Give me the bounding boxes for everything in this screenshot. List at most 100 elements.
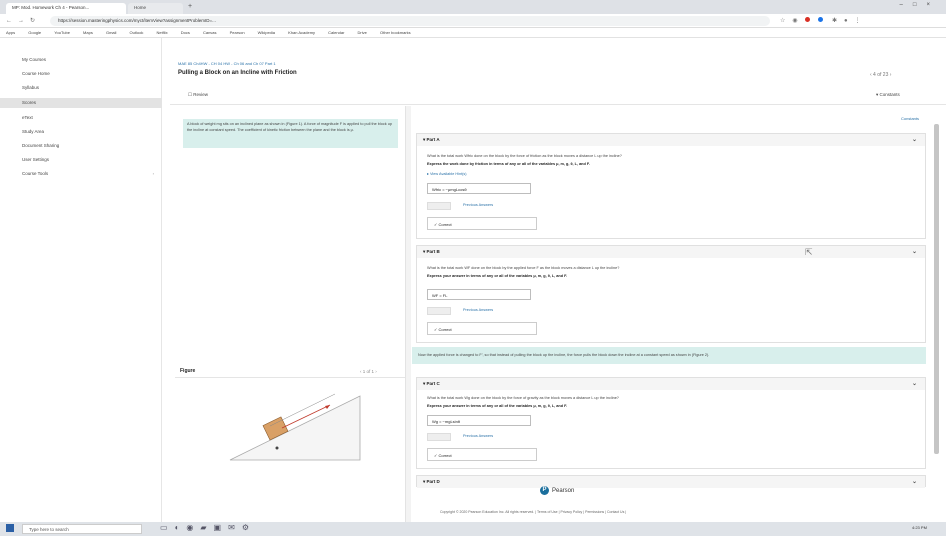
close-icon[interactable]: × bbox=[926, 2, 940, 8]
mail-icon[interactable]: ✉ bbox=[228, 523, 242, 532]
maximize-icon[interactable]: □ bbox=[913, 2, 927, 8]
pane-divider[interactable] bbox=[405, 106, 411, 522]
sidebar-item-course-tools[interactable]: Course Tools › bbox=[0, 169, 162, 179]
pivot-dot bbox=[275, 446, 279, 450]
puzzle-icon[interactable]: ✱ bbox=[832, 18, 844, 24]
extension-icon[interactable]: ◉ bbox=[792, 18, 804, 24]
collapse-icon[interactable]: ⌄ bbox=[912, 380, 917, 387]
breadcrumb[interactable]: MAE 85 Ch4HW - CH 04 HW - Ch 06 and Ch 0… bbox=[178, 61, 276, 66]
bookmark-item[interactable]: Khan Academy bbox=[288, 30, 315, 35]
extension-icons[interactable]: ☆◉ ✱●⋮ bbox=[780, 17, 868, 24]
previous-answers-link[interactable]: Previous Answers bbox=[463, 308, 493, 312]
sidebar-item-etext[interactable]: eText bbox=[0, 113, 162, 123]
store-icon[interactable]: ▣ bbox=[214, 523, 229, 532]
taskbar-clock: 4:23 PM bbox=[912, 525, 927, 530]
bookmark-item[interactable]: Pearson bbox=[230, 30, 245, 35]
submit-button[interactable] bbox=[427, 307, 451, 315]
profile-icon[interactable]: ● bbox=[844, 18, 855, 24]
header-divider bbox=[170, 104, 946, 105]
part-b-answer-field[interactable]: WF = FL bbox=[427, 289, 531, 300]
sidebar-item-scores[interactable]: Scores bbox=[0, 98, 162, 108]
previous-answers-link[interactable]: Previous Answers bbox=[463, 203, 493, 207]
hint-link[interactable]: ▸ View Available Hint(s) bbox=[427, 171, 467, 176]
part-a-card: ▾ Part A ⌄ What is the total work Wfric … bbox=[416, 133, 926, 239]
figure-divider bbox=[175, 377, 405, 378]
reload-icon[interactable]: ↻ bbox=[30, 18, 41, 24]
item-pager[interactable]: ‹ 4 of 23 › bbox=[870, 72, 891, 78]
scrollbar[interactable] bbox=[934, 124, 939, 454]
bookmark-item[interactable]: Canvas bbox=[203, 30, 217, 35]
part-d-header[interactable]: ▾ Part D ⌄ bbox=[417, 476, 925, 488]
problem-intro: A block of weight mg sits on an inclined… bbox=[183, 119, 398, 148]
mouse-cursor-icon: ⇱ bbox=[805, 247, 813, 257]
sidebar-item-document-sharing[interactable]: Document Sharing bbox=[0, 141, 162, 151]
correct-feedback: ✓ Correct bbox=[427, 322, 537, 335]
part-b-instruction: Express your answer in terms of any or a… bbox=[427, 274, 568, 278]
part-a-header[interactable]: ▾ Part A ⌄ bbox=[417, 134, 925, 146]
sidebar-item-my-courses[interactable]: My Courses bbox=[0, 55, 162, 65]
taskbar-apps[interactable]: ▭◐◉▰▣✉⚙ bbox=[160, 523, 256, 532]
part-a-instruction: Express the work done by friction in ter… bbox=[427, 162, 590, 166]
minimize-icon[interactable]: – bbox=[900, 2, 913, 8]
bookmark-item[interactable]: Docs bbox=[181, 30, 190, 35]
windows-start-icon[interactable] bbox=[6, 524, 14, 532]
back-icon[interactable]: ← bbox=[6, 18, 18, 24]
chrome-icon[interactable]: ◉ bbox=[186, 523, 200, 532]
bookmark-item[interactable]: Netflix bbox=[156, 30, 167, 35]
submit-button[interactable] bbox=[427, 433, 451, 441]
sidebar-item-course-home[interactable]: Course Home bbox=[0, 69, 162, 79]
menu-icon[interactable]: ⋮ bbox=[855, 18, 868, 24]
collapse-icon[interactable]: ⌄ bbox=[912, 478, 917, 485]
url-bar[interactable]: https://session.masteringphysics.com/myc… bbox=[50, 16, 770, 26]
figure-label: Figure bbox=[180, 368, 196, 374]
window-controls[interactable]: –□× bbox=[900, 2, 940, 8]
bookmark-item[interactable]: Maps bbox=[83, 30, 93, 35]
review-button[interactable]: ☐ Review bbox=[188, 92, 208, 98]
part-b-header[interactable]: ▾ Part B ⌄ bbox=[417, 246, 925, 258]
sidebar-item-study-area[interactable]: Study Area bbox=[0, 127, 162, 137]
part-c-card: ▾ Part C ⌄ What is the total work Wg don… bbox=[416, 377, 926, 469]
extension-blue-icon[interactable] bbox=[818, 17, 824, 22]
correct-feedback: ✓ Correct bbox=[427, 217, 537, 230]
bookmarks-bar: Apps Google YouTube Maps Gmail Outlook N… bbox=[0, 28, 946, 38]
submit-button[interactable] bbox=[427, 202, 451, 210]
browser-tab-active[interactable]: MP: Mod. Homework Ch 4 - Pearson... bbox=[6, 3, 126, 14]
constants-dropdown[interactable]: ▾ Constants bbox=[876, 92, 900, 98]
part-a-answer-field[interactable]: Wfric = −μmgLcosθ bbox=[427, 183, 531, 194]
figure-pager[interactable]: ‹ 1 of 1 › bbox=[360, 369, 377, 374]
bookmark-item[interactable]: Gmail bbox=[106, 30, 116, 35]
constants-link[interactable]: Constants bbox=[901, 116, 919, 121]
bookmark-item[interactable]: Other bookmarks bbox=[380, 30, 411, 35]
bookmark-item[interactable]: Drive bbox=[358, 30, 367, 35]
part-c-answer-field[interactable]: Wg = −mgLsinθ bbox=[427, 415, 531, 426]
part-c-instruction: Express your answer in terms of any or a… bbox=[427, 404, 568, 408]
extension-red-icon[interactable] bbox=[804, 17, 810, 22]
star-icon[interactable]: ☆ bbox=[780, 18, 792, 24]
folder-icon[interactable]: ▰ bbox=[200, 523, 213, 532]
part-c-header[interactable]: ▾ Part C ⌄ bbox=[417, 378, 925, 390]
incline-figure bbox=[229, 393, 361, 461]
edge-icon[interactable]: ◐ bbox=[175, 523, 187, 532]
bookmark-item[interactable]: Apps bbox=[6, 30, 15, 35]
collapse-icon[interactable]: ⌄ bbox=[912, 136, 917, 143]
bookmark-item[interactable]: Google bbox=[28, 30, 41, 35]
browser-tab-home[interactable]: Home bbox=[128, 3, 183, 14]
new-tab-icon[interactable]: + bbox=[188, 3, 192, 10]
part-b-question: What is the total work WF done on the bl… bbox=[427, 266, 620, 270]
previous-answers-link[interactable]: Previous Answers bbox=[463, 434, 493, 438]
collapse-icon[interactable]: ⌄ bbox=[912, 248, 917, 255]
pearson-brand: P Pearson bbox=[540, 486, 574, 495]
sidebar-item-user-settings[interactable]: User Settings bbox=[0, 155, 162, 165]
part-c-question: What is the total work Wg done on the bl… bbox=[427, 396, 619, 400]
bookmark-item[interactable]: Wikipedia bbox=[258, 30, 275, 35]
taskbar-search[interactable]: Type here to search bbox=[22, 524, 142, 534]
task-view-icon[interactable]: ▭ bbox=[160, 523, 175, 532]
correct-feedback: ✓ Correct bbox=[427, 448, 537, 461]
forward-icon[interactable]: → bbox=[18, 18, 30, 24]
bookmark-item[interactable]: Calendar bbox=[328, 30, 344, 35]
sidebar-item-syllabus[interactable]: Syllabus bbox=[0, 83, 162, 93]
nav-buttons[interactable]: ←→↻ bbox=[6, 17, 41, 24]
bookmark-item[interactable]: Outlook bbox=[130, 30, 144, 35]
bookmark-item[interactable]: YouTube bbox=[54, 30, 70, 35]
settings-icon[interactable]: ⚙ bbox=[242, 523, 256, 532]
